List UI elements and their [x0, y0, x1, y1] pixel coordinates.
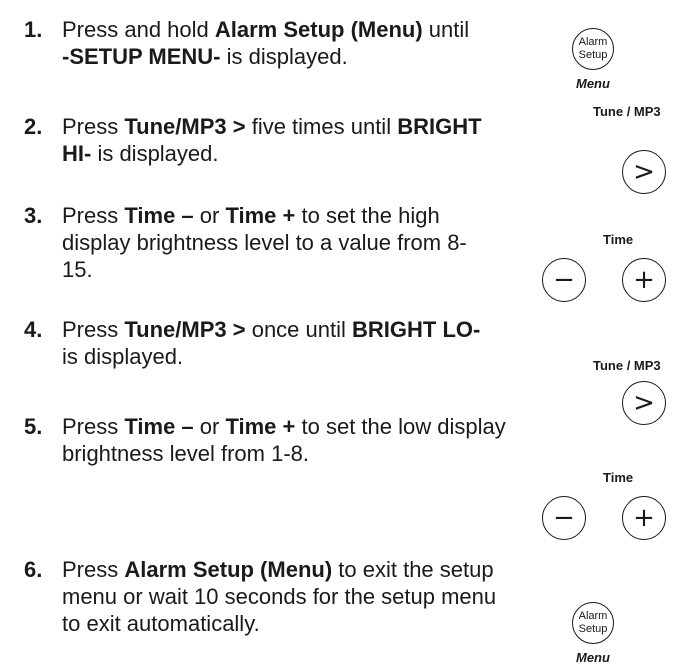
- minus-symbol: −: [553, 503, 575, 533]
- text-run: is displayed.: [91, 141, 219, 166]
- step-number: 3.: [24, 203, 43, 228]
- bold-run: Time +: [225, 414, 296, 439]
- alarm-setup-button-icon: Alarm Setup: [572, 28, 614, 70]
- text-run: Press and hold: [62, 17, 215, 42]
- text-run: Press: [62, 557, 125, 582]
- time-label: Time: [603, 470, 634, 485]
- bold-run: Time +: [225, 203, 296, 228]
- text-run: Press: [62, 317, 125, 342]
- text-run: or: [193, 414, 226, 439]
- bold-run: -SETUP MENU-: [62, 44, 221, 69]
- step-text: Press Time – or Time + to set the low di…: [62, 413, 512, 467]
- tune-next-button-icon: >: [622, 381, 666, 425]
- step-text: Press Time – or Time + to set the high d…: [62, 202, 482, 283]
- tune-next-button-icon: >: [622, 150, 666, 194]
- menu-label: Menu: [576, 650, 610, 665]
- tune-mp3-label: Tune / MP3: [593, 358, 661, 373]
- step-text: Press Alarm Setup (Menu) to exit the set…: [62, 556, 502, 637]
- next-symbol: >: [633, 388, 655, 418]
- menu-label: Menu: [576, 76, 610, 91]
- step-text: Press Tune/MP3 > five times until BRIGHT…: [62, 113, 482, 167]
- time-label: Time: [603, 232, 634, 247]
- time-plus-button-icon: +: [622, 258, 666, 302]
- step-text: Press and hold Alarm Setup (Menu) until …: [62, 16, 482, 70]
- text-run: or: [193, 203, 226, 228]
- bold-run: BRIGHT LO-: [352, 317, 481, 342]
- text-run: is displayed.: [62, 344, 184, 369]
- alarm-label: Alarm: [578, 610, 608, 622]
- text-run: once until: [245, 317, 352, 342]
- text-run: five times until: [245, 114, 398, 139]
- plus-symbol: +: [633, 265, 655, 295]
- tune-mp3-label: Tune / MP3: [593, 104, 661, 119]
- text-run: Press: [62, 114, 125, 139]
- text-run: Press: [62, 414, 125, 439]
- time-minus-button-icon: −: [542, 496, 586, 540]
- step-number: 2.: [24, 114, 43, 139]
- text-run: until: [422, 17, 470, 42]
- text-run: is displayed.: [220, 44, 348, 69]
- step-number: 5.: [24, 414, 43, 439]
- step-number: 1.: [24, 17, 43, 42]
- bold-run: Tune/MP3 >: [124, 317, 246, 342]
- bold-run: Tune/MP3 >: [124, 114, 246, 139]
- step-number: 6.: [24, 557, 43, 582]
- setup-label: Setup: [578, 623, 608, 635]
- alarm-label: Alarm: [578, 36, 608, 48]
- minus-symbol: −: [553, 265, 575, 295]
- setup-label: Setup: [578, 49, 608, 61]
- step-number: 4.: [24, 317, 43, 342]
- bold-run: Alarm Setup (Menu): [214, 17, 423, 42]
- time-minus-button-icon: −: [542, 258, 586, 302]
- text-run: Press: [62, 203, 125, 228]
- next-symbol: >: [633, 157, 655, 187]
- bold-run: Time –: [124, 203, 194, 228]
- alarm-setup-button-icon: Alarm Setup: [572, 602, 614, 644]
- bold-run: Time –: [124, 414, 194, 439]
- bold-run: Alarm Setup (Menu): [124, 557, 333, 582]
- step-text: Press Tune/MP3 > once until BRIGHT LO- i…: [62, 316, 482, 370]
- plus-symbol: +: [633, 503, 655, 533]
- time-plus-button-icon: +: [622, 496, 666, 540]
